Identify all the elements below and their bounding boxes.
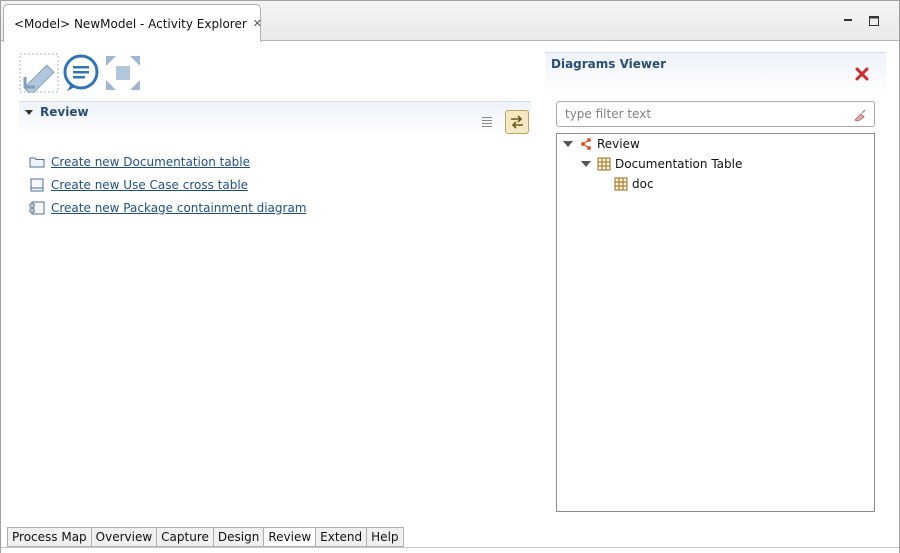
comment-bubble-icon[interactable] — [61, 53, 101, 93]
tab-overview[interactable]: Overview — [91, 527, 158, 547]
tab-capture[interactable]: Capture — [157, 527, 214, 547]
table-icon — [614, 177, 628, 191]
activity-explorer-pane: Review Create new Documentation table Cr… — [11, 47, 536, 522]
list-item: Create new Documentation table — [29, 150, 307, 173]
review-section-toggle[interactable]: Review — [19, 102, 531, 122]
clear-filter-icon[interactable] — [852, 107, 868, 123]
review-links: Create new Documentation table Create ne… — [29, 150, 307, 219]
editor-tab-strip: <Model> NewModel - Activity Explorer ✕ — [1, 1, 899, 42]
create-use-case-cross-table-link[interactable]: Create new Use Case cross table — [51, 178, 248, 192]
minimize-icon[interactable] — [841, 14, 855, 28]
editor-tab[interactable]: <Model> NewModel - Activity Explorer ✕ — [3, 4, 262, 42]
page-tabs: Process Map Overview Capture Design Revi… — [7, 527, 404, 547]
tree-node-label: Documentation Table — [615, 157, 743, 171]
diagrams-viewer-pane: Diagrams Viewer Review — [545, 52, 886, 522]
list-item: Create new Package containment diagram — [29, 196, 307, 219]
tree-node-review[interactable]: Review — [563, 134, 640, 154]
close-icon[interactable]: ✕ — [253, 17, 262, 30]
expand-arrows-icon[interactable] — [103, 53, 143, 93]
table-icon — [597, 157, 611, 171]
activity-toolbar — [19, 53, 143, 95]
package-diagram-icon — [29, 201, 45, 214]
maximize-icon[interactable] — [867, 14, 881, 28]
collapse-arrow-icon[interactable] — [25, 109, 33, 115]
tab-design[interactable]: Design — [213, 527, 265, 547]
diagrams-viewer-header: Diagrams Viewer — [545, 52, 886, 94]
bottom-border — [1, 547, 899, 553]
editor-window: <Model> NewModel - Activity Explorer ✕ R… — [0, 0, 900, 553]
diagrams-tree: Review Documentation Table doc — [556, 133, 875, 512]
expand-arrow-icon[interactable] — [563, 141, 573, 147]
tree-node-doc[interactable]: doc — [614, 174, 654, 194]
review-section-header: Review — [19, 101, 531, 137]
create-documentation-table-link[interactable]: Create new Documentation table — [51, 155, 250, 169]
tree-node-label: doc — [632, 177, 654, 191]
tab-extend[interactable]: Extend — [316, 527, 368, 547]
sync-link-icon[interactable] — [505, 110, 529, 134]
filter-input[interactable] — [557, 102, 837, 126]
tree-node-label: Review — [597, 137, 640, 151]
filter-field — [556, 101, 875, 127]
red-x-icon[interactable] — [854, 66, 870, 82]
design-ruler-icon[interactable] — [19, 53, 59, 93]
review-icon — [581, 138, 591, 150]
list-icon[interactable] — [475, 110, 499, 134]
tab-process-map[interactable]: Process Map — [7, 527, 92, 547]
expand-arrow-icon[interactable] — [581, 161, 591, 167]
tree-node-documentation-table[interactable]: Documentation Table — [581, 154, 742, 174]
editor-tab-title: <Model> NewModel - Activity Explorer — [14, 16, 247, 31]
tab-review[interactable]: Review — [264, 527, 317, 547]
list-item: Create new Use Case cross table — [29, 173, 307, 196]
diagrams-viewer-title: Diagrams Viewer — [551, 57, 667, 71]
folder-icon — [29, 157, 45, 167]
create-package-containment-diagram-link[interactable]: Create new Package containment diagram — [51, 201, 307, 215]
table-icon — [30, 178, 44, 191]
review-section-title: Review — [40, 105, 89, 119]
tab-help[interactable]: Help — [367, 527, 404, 547]
